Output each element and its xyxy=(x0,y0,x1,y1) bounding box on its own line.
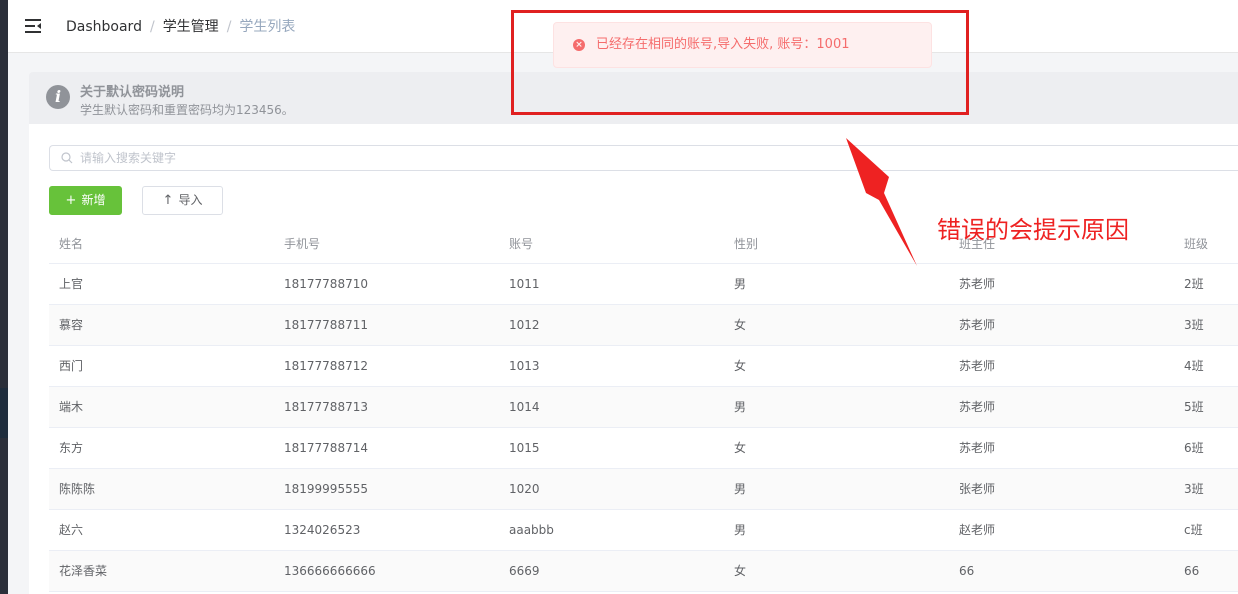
add-button-label: 新增 xyxy=(81,193,106,207)
cell-gender: 女 xyxy=(734,359,747,373)
hamburger-icon[interactable] xyxy=(25,19,41,33)
cell-account: 1014 xyxy=(509,400,540,414)
cell-name: 西门 xyxy=(59,359,84,373)
cell-account: 1020 xyxy=(509,482,540,496)
table-row[interactable]: 花泽香菜 136666666666 6669 女 66 66 xyxy=(49,551,1238,592)
cell-head-teacher: 苏老师 xyxy=(959,359,996,373)
cell-class: 3班 xyxy=(1184,318,1204,332)
cell-head-teacher: 66 xyxy=(959,564,975,578)
add-button[interactable]: + 新增 xyxy=(49,186,122,215)
cell-account: 1012 xyxy=(509,318,540,332)
cell-gender: 男 xyxy=(734,482,747,496)
cell-head-teacher: 苏老师 xyxy=(959,400,996,414)
alert-description: 学生默认密码和重置密码均为123456。 xyxy=(80,103,294,117)
cell-gender: 男 xyxy=(734,400,747,414)
cell-phone: 18177788713 xyxy=(284,400,368,414)
cell-account: 1013 xyxy=(509,359,540,373)
cell-name: 端木 xyxy=(59,400,84,414)
table-row[interactable]: 上官 18177788710 1011 男 苏老师 2班 xyxy=(49,264,1238,305)
table-row[interactable]: 陈陈陈 18199995555 1020 男 张老师 3班 xyxy=(49,469,1238,510)
cell-phone: 18199995555 xyxy=(284,482,368,496)
cell-account: 1015 xyxy=(509,441,540,455)
cell-class: 6班 xyxy=(1184,441,1204,455)
cell-head-teacher: 张老师 xyxy=(959,482,996,496)
table-row[interactable]: 赵六 1324026523 aaabbb 男 赵老师 c班 xyxy=(49,510,1238,551)
cell-account: 6669 xyxy=(509,564,540,578)
upload-arrow-icon: ↑ xyxy=(162,193,174,208)
student-table: 姓名 手机号 账号 性别 班主任 班级 上官 18177788710 1011 … xyxy=(49,225,1238,592)
breadcrumb-item-student-list: 学生列表 xyxy=(239,19,296,35)
cell-gender: 女 xyxy=(734,318,747,332)
error-toast: × 已经存在相同的账号,导入失败, 账号：1001 xyxy=(553,22,932,68)
error-circle-icon: × xyxy=(573,39,585,51)
table-row[interactable]: 慕容 18177788711 1012 女 苏老师 3班 xyxy=(49,305,1238,346)
search-icon xyxy=(61,152,73,164)
student-list-card: + 新增 ↑ 导入 姓名 手机号 账号 性别 班主任 班级 上官 181777887… xyxy=(29,124,1238,594)
column-header-name: 姓名 xyxy=(59,237,84,251)
sidebar-active-marker xyxy=(0,388,8,438)
cell-class: 66 xyxy=(1184,564,1200,578)
breadcrumb-separator: / xyxy=(226,19,232,35)
import-button[interactable]: ↑ 导入 xyxy=(142,186,223,215)
cell-phone: 1324026523 xyxy=(284,523,361,537)
table-row[interactable]: 东方 18177788714 1015 女 苏老师 6班 xyxy=(49,428,1238,469)
cell-phone: 18177788714 xyxy=(284,441,368,455)
breadcrumb-item-dashboard[interactable]: Dashboard xyxy=(66,19,142,35)
search-input[interactable] xyxy=(80,146,1220,170)
cell-head-teacher: 苏老师 xyxy=(959,277,996,291)
cell-class: 2班 xyxy=(1184,277,1204,291)
cell-head-teacher: 苏老师 xyxy=(959,318,996,332)
cell-class: 4班 xyxy=(1184,359,1204,373)
cell-gender: 女 xyxy=(734,441,747,455)
cell-gender: 男 xyxy=(734,277,747,291)
alert-title: 关于默认密码说明 xyxy=(80,85,185,100)
table-row[interactable]: 端木 18177788713 1014 男 苏老师 5班 xyxy=(49,387,1238,428)
cell-gender: 男 xyxy=(734,523,747,537)
cell-head-teacher: 赵老师 xyxy=(959,523,996,537)
cell-head-teacher: 苏老师 xyxy=(959,441,996,455)
annotation-text: 错误的会提示原因 xyxy=(937,216,1129,244)
cell-phone: 18177788711 xyxy=(284,318,368,332)
cell-name: 赵六 xyxy=(59,523,84,537)
breadcrumb: Dashboard / 学生管理 / 学生列表 xyxy=(66,18,295,36)
search-box xyxy=(49,145,1238,171)
cell-phone: 136666666666 xyxy=(284,564,376,578)
cell-name: 陈陈陈 xyxy=(59,482,96,496)
column-header-class: 班级 xyxy=(1184,237,1209,251)
column-header-account: 账号 xyxy=(509,237,534,251)
cell-class: c班 xyxy=(1184,523,1203,537)
cell-name: 慕容 xyxy=(59,318,84,332)
cell-class: 5班 xyxy=(1184,400,1204,414)
breadcrumb-separator: / xyxy=(149,19,155,35)
import-button-label: 导入 xyxy=(178,193,203,207)
sidebar-edge xyxy=(0,0,8,594)
cell-account: 1011 xyxy=(509,277,540,291)
info-icon: i xyxy=(46,85,70,109)
cell-gender: 女 xyxy=(734,564,747,578)
cell-phone: 18177788712 xyxy=(284,359,368,373)
breadcrumb-item-student-management[interactable]: 学生管理 xyxy=(163,19,219,35)
cell-phone: 18177788710 xyxy=(284,277,368,291)
table-row[interactable]: 西门 18177788712 1013 女 苏老师 4班 xyxy=(49,346,1238,387)
column-header-phone: 手机号 xyxy=(284,237,321,251)
default-password-alert: i 关于默认密码说明 学生默认密码和重置密码均为123456。 xyxy=(29,72,1238,124)
cell-account: aaabbb xyxy=(509,523,554,537)
cell-class: 3班 xyxy=(1184,482,1204,496)
cell-name: 花泽香菜 xyxy=(59,564,108,578)
plus-icon: + xyxy=(65,193,77,208)
column-header-gender: 性别 xyxy=(734,237,759,251)
error-toast-message: 已经存在相同的账号,导入失败, 账号：1001 xyxy=(596,37,850,52)
cell-name: 东方 xyxy=(59,441,84,455)
cell-name: 上官 xyxy=(59,277,84,291)
